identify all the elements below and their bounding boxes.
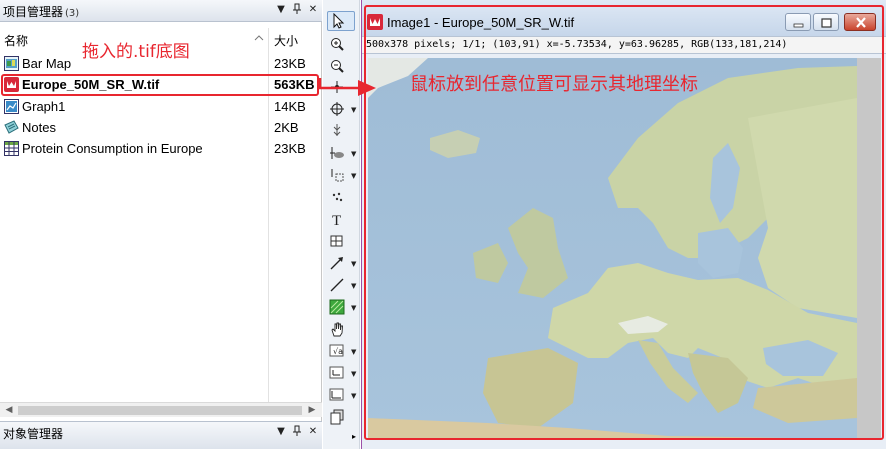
- arrow-tool[interactable]: ▼: [327, 254, 356, 274]
- sigma-tool[interactable]: √a ▼: [327, 342, 356, 362]
- column-header-size-label: 大小: [274, 34, 299, 48]
- sigma-icon: √a: [329, 344, 344, 357]
- tools-toolbar: ▼ ▼ ▼ T ▼ ▼ ▼ √a ▼ ▼ ▼ ▸: [323, 0, 360, 449]
- screen-reader-tool[interactable]: [327, 121, 355, 141]
- table-tool[interactable]: ▼: [327, 364, 356, 384]
- map-icon: [4, 56, 19, 71]
- object-manager-titlebar: 对象管理器 ▼ ✕: [0, 421, 322, 449]
- zoom-in-icon: [331, 38, 344, 51]
- annotation-dragged-tif: 拖入的.tif底图: [82, 42, 190, 62]
- project-manager-title: 项目管理器: [3, 5, 64, 19]
- mask-tool[interactable]: [327, 188, 355, 208]
- project-item-count: (3): [65, 8, 80, 19]
- scroll-left-icon[interactable]: ◀: [2, 404, 16, 417]
- svg-text:√a: √a: [333, 347, 343, 356]
- table-icon: [4, 141, 19, 156]
- text-tool[interactable]: T: [327, 210, 355, 230]
- graph-tool-icon: [329, 388, 344, 401]
- horizontal-scrollbar[interactable]: ◀ ▶: [0, 402, 322, 417]
- list-item-size: 2KB: [274, 120, 299, 135]
- zoom-out-tool[interactable]: [327, 57, 355, 77]
- data-selector-icon: [331, 169, 344, 182]
- pin-icon[interactable]: [290, 425, 304, 439]
- table-tool-icon: [329, 366, 344, 379]
- toolbar-more-icon[interactable]: ▸: [352, 432, 356, 441]
- column-header-name[interactable]: 名称: [4, 32, 28, 49]
- data-reader-tool[interactable]: ▼: [327, 144, 356, 164]
- list-item-name: Notes: [22, 120, 56, 135]
- hand-icon: [331, 322, 343, 337]
- close-icon[interactable]: ✕: [306, 425, 320, 439]
- region-tool[interactable]: ▼: [327, 298, 356, 318]
- list-item-size: 23KB: [274, 56, 306, 71]
- pin-icon[interactable]: [290, 3, 304, 17]
- selection-highlight-box: [1, 74, 319, 96]
- image-window: Image1 - Europe_50M_SR_W.tif 500x378 pix…: [361, 0, 886, 449]
- chevron-up-icon: [254, 35, 264, 41]
- svg-text:T: T: [332, 213, 341, 227]
- rectangle-icon: [330, 235, 343, 247]
- zoom-out-icon: [331, 60, 344, 73]
- list-item-size: 23KB: [274, 141, 306, 156]
- close-icon[interactable]: ✕: [306, 3, 320, 17]
- list-item-name: Bar Map: [22, 56, 72, 71]
- layers-icon: [330, 409, 344, 425]
- annotation-arrow-icon: [318, 78, 376, 96]
- mask-icon: [332, 192, 343, 202]
- project-manager-panel: 项目管理器 (3) ▼ ✕ 名称 大小 Bar Map 23KB Europe_5…: [0, 0, 322, 449]
- line-icon: [330, 278, 344, 292]
- list-item-size: 14KB: [274, 99, 306, 114]
- scroll-right-icon[interactable]: ▶: [305, 404, 319, 417]
- rectangle-tool[interactable]: [327, 232, 355, 252]
- dropdown-icon[interactable]: ▼: [274, 3, 288, 17]
- line-tool[interactable]: ▼: [327, 276, 356, 296]
- layers-tool[interactable]: [327, 408, 355, 428]
- region-icon: [329, 299, 345, 315]
- zoom-in-tool[interactable]: [327, 35, 355, 55]
- notes-icon: [4, 120, 19, 134]
- data-selector-tool[interactable]: ▼: [327, 166, 356, 186]
- screen-reader-icon: [333, 124, 341, 136]
- list-item[interactable]: Protein Consumption in Europe 23KB: [0, 138, 322, 159]
- list-item-name: Graph1: [22, 99, 66, 114]
- column-header-size[interactable]: 大小: [254, 32, 299, 49]
- list-item[interactable]: Graph1 14KB: [0, 96, 322, 117]
- list-item-name: Protein Consumption in Europe: [22, 141, 203, 156]
- graph-tool[interactable]: ▼: [327, 386, 356, 406]
- dropdown-icon[interactable]: ▼: [274, 425, 288, 439]
- scrollbar-thumb[interactable]: [18, 406, 302, 415]
- hand-tool[interactable]: [327, 320, 355, 340]
- pointer-icon: [333, 13, 345, 29]
- list-item[interactable]: Notes 2KB: [0, 117, 322, 138]
- data-reader-icon: [330, 147, 344, 159]
- text-icon: T: [332, 213, 341, 227]
- project-manager-titlebar: 项目管理器 (3) ▼ ✕: [0, 0, 322, 22]
- graph-icon: [4, 99, 19, 114]
- arrow-icon: [330, 257, 343, 270]
- pointer-tool[interactable]: [327, 11, 355, 31]
- annotation-geo-coordinates: 鼠标放到任意位置可显示其地理坐标: [410, 74, 698, 95]
- object-manager-title: 对象管理器: [3, 427, 64, 441]
